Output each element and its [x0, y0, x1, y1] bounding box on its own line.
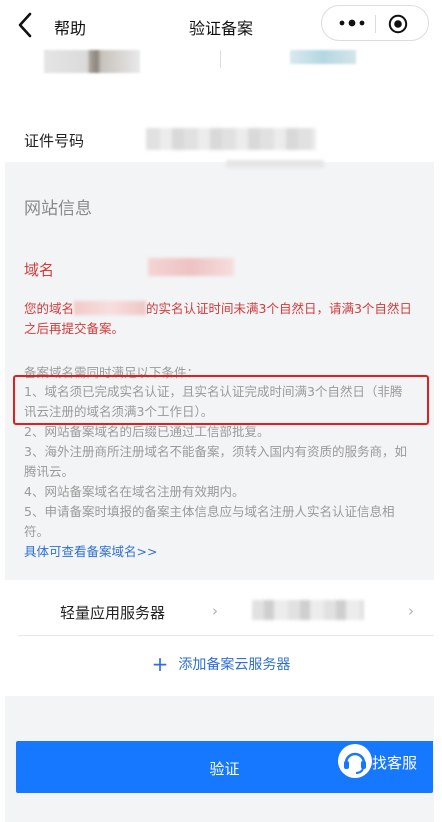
domain-label: 域名: [24, 261, 55, 279]
customer-service-button[interactable]: 找客服: [336, 741, 433, 781]
masked-domain: [74, 301, 147, 315]
plus-icon: +: [151, 652, 169, 676]
add-server-label: 添加备案云服务器: [178, 657, 291, 673]
condition-item: 5、申请备案时填报的备案主体信息应与域名注册人实名认证信息相符。: [24, 504, 395, 539]
chevron-right-icon: ›: [212, 602, 218, 620]
warning-prefix: 您的域名: [24, 301, 75, 316]
chevron-right-icon: ›: [408, 602, 414, 620]
capsule-divider: [375, 15, 376, 33]
blurred-image: [290, 50, 356, 64]
divider: [220, 50, 221, 68]
id-number-label: 证件号码: [24, 132, 85, 150]
uploaded-images-area: [0, 50, 442, 96]
section-title: 网站信息: [24, 199, 92, 219]
view-domain-details-link[interactable]: 具体可查看备案域名>>: [24, 541, 157, 560]
id-number-row: 证件号码: [0, 114, 442, 162]
condition-item: 4、网站备案域名在域名注册有效期内。: [24, 484, 245, 499]
customer-service-label: 找客服: [372, 754, 418, 772]
top-nav-bar: 帮助 验证备案: [0, 0, 442, 50]
miniprogram-capsule: [321, 5, 429, 41]
blurred-image: [44, 50, 140, 73]
condition-item: 2、网站备案域名的后缀已通过工信部批复。: [24, 424, 270, 439]
condition-item: 3、海外注册商所注册域名不能备案，须转入国内有资质的服务商，如腾讯云。: [24, 444, 407, 479]
masked-text: [226, 160, 324, 168]
server-instance-masked: [252, 600, 364, 620]
domain-value-masked: [148, 258, 234, 276]
highlight-box: [13, 375, 429, 425]
more-icon[interactable]: [338, 17, 366, 29]
divider: [18, 635, 434, 636]
add-server-button[interactable]: + 添加备案云服务器: [0, 652, 442, 680]
id-number-value-masked: [146, 128, 316, 150]
realname-warning: 您的域名 的实名认证时间未满3个自然日，请满3个自然日之后再提交备案。: [24, 299, 412, 339]
close-miniprogram-icon[interactable]: [388, 14, 408, 34]
headset-icon: [338, 744, 372, 778]
server-row[interactable]: 轻量应用服务器 › ›: [0, 590, 442, 634]
server-type-label: 轻量应用服务器: [60, 604, 166, 622]
